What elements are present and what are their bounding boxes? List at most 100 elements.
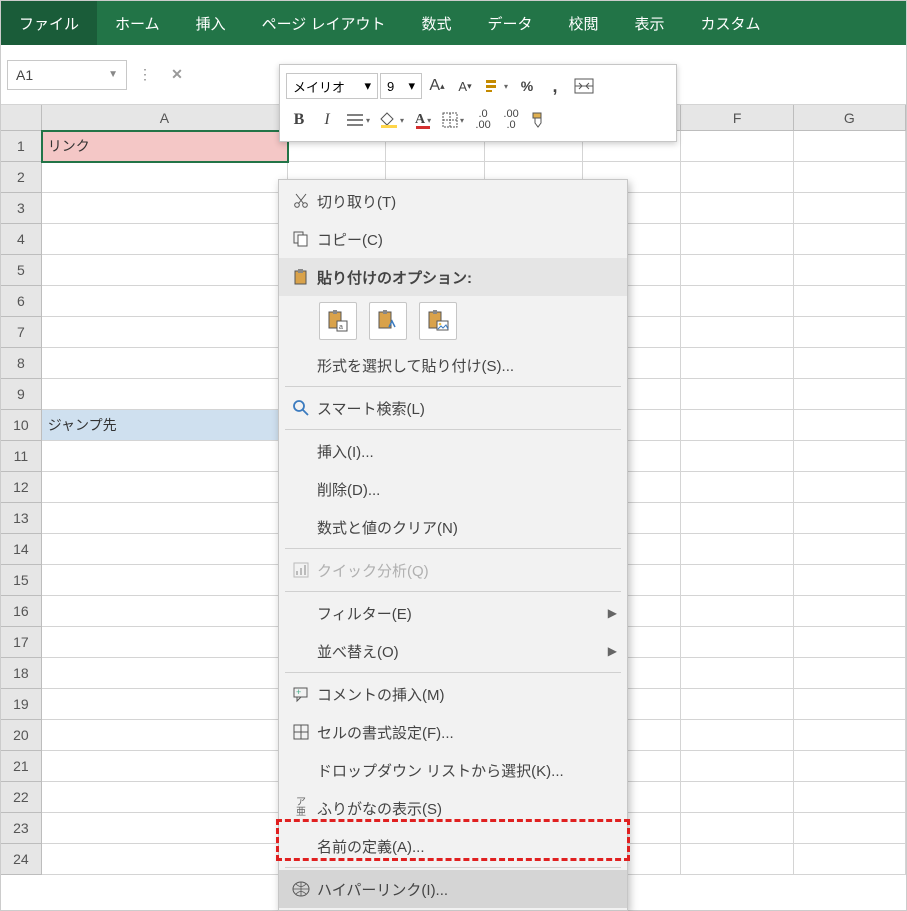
cell[interactable] [42, 224, 288, 255]
cell[interactable] [42, 720, 288, 751]
cell[interactable] [42, 627, 288, 658]
align-icon[interactable]: ▾ [342, 107, 374, 133]
cell[interactable] [681, 131, 793, 162]
context-menu-sort[interactable]: 並べ替え(O) ▶ [279, 632, 627, 670]
cell[interactable] [794, 286, 906, 317]
cell[interactable] [681, 565, 793, 596]
cell[interactable] [794, 131, 906, 162]
cell[interactable] [794, 689, 906, 720]
cell[interactable] [681, 348, 793, 379]
cancel-icon[interactable]: ✕ [163, 61, 191, 89]
cell[interactable] [42, 286, 288, 317]
cell[interactable] [794, 379, 906, 410]
cell[interactable] [42, 162, 288, 193]
percent-icon[interactable]: % [514, 73, 540, 99]
cell[interactable] [681, 286, 793, 317]
cell[interactable] [42, 441, 288, 472]
row-header[interactable]: 22 [1, 782, 42, 813]
borders-icon[interactable]: ▾ [438, 107, 468, 133]
row-header[interactable]: 20 [1, 720, 42, 751]
cell[interactable] [794, 813, 906, 844]
decrease-font-icon[interactable]: A▾ [452, 73, 478, 99]
row-header[interactable]: 10 [1, 410, 42, 441]
cell[interactable] [42, 379, 288, 410]
font-color-icon[interactable]: A ▾ [410, 107, 436, 133]
cell[interactable] [42, 813, 288, 844]
cell[interactable] [42, 317, 288, 348]
cell[interactable] [681, 317, 793, 348]
cell[interactable] [681, 627, 793, 658]
cell[interactable] [681, 193, 793, 224]
context-menu-insert-comment[interactable]: + コメントの挿入(M) [279, 675, 627, 713]
context-menu-delete[interactable]: 削除(D)... [279, 470, 627, 508]
ribbon-tab-file[interactable]: ファイル [1, 1, 97, 45]
bold-icon[interactable]: B [286, 107, 312, 133]
row-header[interactable]: 7 [1, 317, 42, 348]
format-painter-icon[interactable] [526, 107, 552, 133]
cell[interactable] [681, 410, 793, 441]
cell[interactable] [794, 348, 906, 379]
cell[interactable] [794, 534, 906, 565]
merge-center-icon[interactable] [570, 73, 598, 99]
cell[interactable] [42, 255, 288, 286]
context-menu-define-name[interactable]: 名前の定義(A)... [279, 827, 627, 865]
ribbon-tab-page-layout[interactable]: ページ レイアウト [244, 1, 404, 45]
cell[interactable] [681, 255, 793, 286]
cell[interactable] [794, 844, 906, 875]
cell[interactable] [681, 534, 793, 565]
accounting-format-icon[interactable]: ▾ [480, 73, 512, 99]
ribbon-tab-review[interactable]: 校閲 [551, 1, 617, 45]
context-menu-format-cells[interactable]: セルの書式設定(F)... [279, 713, 627, 751]
cell[interactable] [681, 720, 793, 751]
paste-option-values[interactable] [369, 302, 407, 340]
row-header[interactable]: 23 [1, 813, 42, 844]
cell[interactable] [42, 689, 288, 720]
cell[interactable] [42, 596, 288, 627]
paste-option-default[interactable]: a [319, 302, 357, 340]
cell[interactable] [681, 689, 793, 720]
row-header[interactable]: 1 [1, 131, 42, 162]
cell[interactable] [794, 224, 906, 255]
cell[interactable] [794, 503, 906, 534]
cell[interactable] [681, 472, 793, 503]
context-menu-insert[interactable]: 挿入(I)... [279, 432, 627, 470]
select-all-corner[interactable] [1, 105, 42, 130]
ribbon-tab-insert[interactable]: 挿入 [178, 1, 244, 45]
column-header-f[interactable]: F [681, 105, 793, 130]
cell[interactable] [681, 844, 793, 875]
column-header-g[interactable]: G [794, 105, 906, 130]
cell[interactable] [794, 720, 906, 751]
cell[interactable] [42, 534, 288, 565]
name-box[interactable]: A1 ▼ [7, 60, 127, 90]
row-header[interactable]: 11 [1, 441, 42, 472]
context-menu-furigana[interactable]: ア亜 ふりがなの表示(S) [279, 789, 627, 827]
context-menu-paste-special[interactable]: 形式を選択して貼り付け(S)... [279, 346, 627, 384]
cell[interactable] [794, 255, 906, 286]
row-header[interactable]: 13 [1, 503, 42, 534]
increase-font-icon[interactable]: A▴ [424, 73, 450, 99]
ribbon-tab-view[interactable]: 表示 [617, 1, 683, 45]
column-header-a[interactable]: A [42, 105, 288, 130]
context-menu-copy[interactable]: コピー(C) [279, 220, 627, 258]
row-header[interactable]: 16 [1, 596, 42, 627]
cell[interactable] [681, 813, 793, 844]
row-header[interactable]: 18 [1, 658, 42, 689]
font-name-select[interactable]: メイリオ ▾ [286, 73, 378, 99]
cell[interactable] [794, 751, 906, 782]
row-header[interactable]: 5 [1, 255, 42, 286]
cell[interactable] [681, 782, 793, 813]
increase-decimal-icon[interactable]: .0.00 [470, 107, 496, 133]
row-header[interactable]: 2 [1, 162, 42, 193]
cell[interactable] [42, 503, 288, 534]
cell[interactable] [794, 565, 906, 596]
cell[interactable] [794, 782, 906, 813]
font-size-select[interactable]: 9 ▾ [380, 73, 422, 99]
cell[interactable] [42, 565, 288, 596]
cell[interactable] [681, 751, 793, 782]
cell[interactable] [42, 751, 288, 782]
cell[interactable] [42, 472, 288, 503]
cell[interactable] [42, 348, 288, 379]
cell[interactable] [42, 658, 288, 689]
cell[interactable] [42, 844, 288, 875]
context-menu-clear[interactable]: 数式と値のクリア(N) [279, 508, 627, 546]
